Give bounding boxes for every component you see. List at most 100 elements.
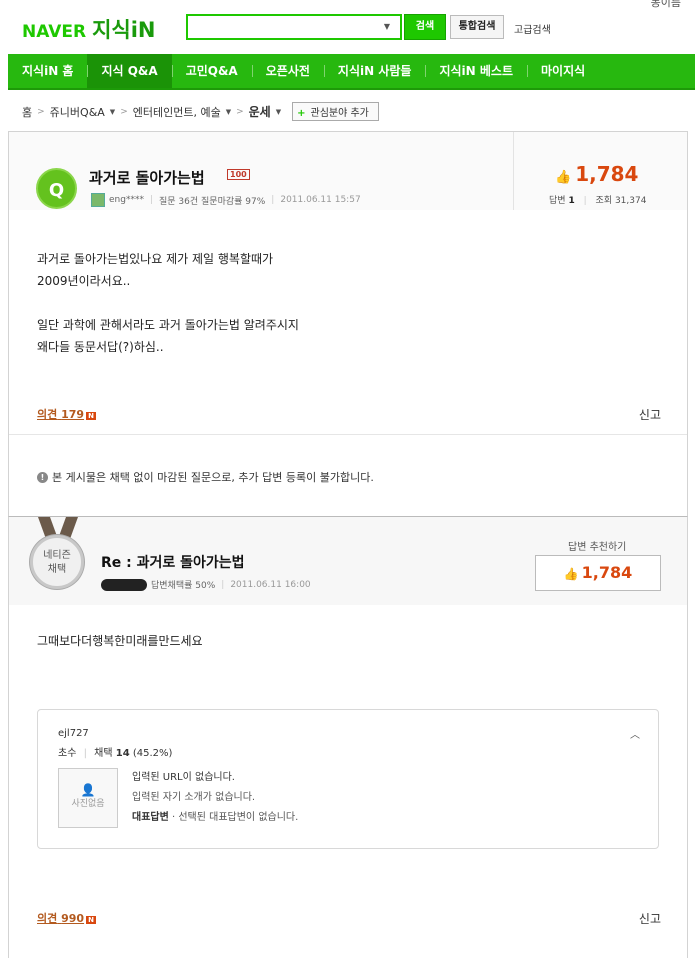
plus-icon: + [297,108,306,119]
adopt-count: 14 [115,748,130,759]
new-badge-icon: N [86,412,96,420]
redacted-author [101,578,147,591]
adopt-label: 채택 [94,748,113,759]
answer-report-link[interactable]: 신고 [639,910,661,927]
breadcrumb-level1[interactable]: 쥬니버Q&A [50,104,105,120]
answer-meta: 답변채택률 50% | 2011.06.11 16:00 [101,578,311,591]
thumbs-up-icon: 👍 [563,567,579,581]
logo[interactable]: NAVER 지식iN [22,14,156,44]
opinion-count: 179 [61,408,85,421]
search-button[interactable]: 검색 [404,14,446,40]
profile-details: 입력된 URL이 없습니다. 입력된 자기 소개가 없습니다. 대표답변 · 선… [132,768,298,828]
answerer-id[interactable]: ejl727 [58,728,89,739]
question-author[interactable]: eng**** [109,195,144,205]
photo-placeholder-text: 사진없음 [71,799,105,809]
divider: | [83,748,87,759]
search-input[interactable] [188,16,378,38]
naver-logo[interactable]: NAVER [22,22,86,42]
avatar-icon[interactable] [91,193,105,207]
breadcrumb: 홈 > 쥬니버Q&A ▼ > 엔터테인먼트, 예술 ▼ > 운세 ▼ + 관심분야… [22,102,384,121]
chevron-down-icon[interactable]: ▼ [110,108,115,116]
question-date: 2011.06.11 15:57 [280,195,361,205]
answer-header: 네티즌 채택 Re : 과거로 돌아가는법 답변채택률 50% | 2011.0… [9,517,687,605]
grade-badge: 100 [227,169,250,180]
add-interest-label: 관심분야 추가 [310,108,369,119]
question-meta: eng**** | 질문 36건 질문마감률 97% | 2011.06.11 … [91,193,361,207]
divider: | [149,195,154,205]
rep-answer-label: 대표답변 [132,812,169,823]
chevron-right-icon: > [37,106,45,117]
question-body-gap [37,292,299,314]
question-header: Q 과거로 돌아가는법 100 eng**** | 질문 36건 질문마감률 9… [9,132,687,210]
profile-rep-answer: 대표답변 · 선택된 대표답변이 없습니다. [132,808,298,828]
chevron-down-icon[interactable]: ▼ [276,108,281,116]
nav-item-qna[interactable]: 지식 Q&A [87,54,172,88]
view-label: 조회 [595,196,613,206]
closed-notice-text: 본 게시물은 채택 없이 마감된 질문으로, 추가 답변 등록이 불가합니다. [52,471,374,484]
divider: | [583,196,587,206]
medal-ribbon-icon [38,517,78,535]
answer-opinion-link[interactable]: 의견 990 N [37,910,96,926]
profile-photo-placeholder: 👤 사진없음 [58,768,118,828]
opinion-count: 990 [61,912,85,925]
question-score-value: 1,784 [575,162,639,186]
breadcrumb-level2[interactable]: 엔터테인먼트, 예술 [133,104,221,120]
nav-item-best[interactable]: 지식iN 베스트 [425,54,527,88]
rep-answer-value: · 선택된 대표답변이 없습니다. [172,812,299,823]
breadcrumb-current[interactable]: 운세 [249,103,271,120]
info-icon: ! [37,471,48,483]
medal-line2: 채택 [47,564,67,575]
nav-item-people[interactable]: 지식iN 사람들 [323,54,426,88]
adopt-rate: (45.2%) [132,748,173,759]
total-search-button[interactable]: 통합검색 [450,15,504,39]
advanced-search-link[interactable]: 고급검색 [514,21,551,36]
question-body-line: 왜다들 동문서답(?)하심.. [37,340,164,354]
nav-item-my-knowledge[interactable]: 마이지식 [527,54,599,88]
question-body-line: 일단 과학에 관해서라도 과거 돌아가는법 알려주시지 [37,318,299,332]
view-count: 31,374 [614,196,647,206]
closed-notice: ! 본 게시물은 채택 없이 마감된 질문으로, 추가 답변 등록이 불가합니다… [37,469,374,485]
divider: | [271,195,275,205]
chevron-right-icon: > [120,106,128,117]
recommend-label: 답변 추천하기 [568,542,627,553]
question-opinion-link[interactable]: 의견 179 N [37,406,96,422]
nav-item-home[interactable]: 지식iN 홈 [8,54,87,88]
nav-item-worry-qna[interactable]: 고민Q&A [171,54,252,88]
thumbs-up-icon: 👍 [555,170,572,185]
search-box: ▼ [186,14,402,40]
question-report-link[interactable]: 신고 [639,406,661,423]
new-badge-icon: N [86,916,96,924]
chevron-up-icon[interactable]: ︿ [630,726,640,741]
answer-label: 답변 [549,196,566,206]
profile-url: 입력된 URL이 없습니다. [132,772,235,783]
question-stats: 답변 1 | 조회 31,374 [549,193,646,206]
question-author-stats: 질문 36건 질문마감률 97% [159,196,266,207]
opinion-label: 의견 [37,912,58,925]
question-body: 과거로 돌아가는법있나요 제가 제일 행복할때가 2009년이라서요.. 일단 … [37,248,299,358]
add-interest-button[interactable]: + 관심분야 추가 [292,102,379,121]
chevron-down-icon[interactable]: ▼ [384,22,390,31]
chevron-down-icon[interactable]: ▼ [226,108,231,116]
service-logo[interactable]: 지식iN [92,14,155,44]
opinion-label: 의견 [37,408,58,421]
answer-select-rate: 답변채택률 50% [151,581,216,591]
answer-body: 그때보다더행복한미래를만드세요 [37,634,203,648]
person-icon: 👤 [80,783,96,797]
main-nav: 지식iN 홈 지식 Q&A 고민Q&A 오픈사전 지식iN 사람들 지식iN 베… [8,54,695,90]
header: NAVER 지식iN ▼ 검색 통합검색 고급검색 [0,0,695,54]
answer-score-value: 1,784 [581,563,633,582]
question-body-line: 2009년이라서요.. [37,274,131,288]
recommend-button[interactable]: 👍 1,784 [535,555,661,591]
answer-box: 네티즌 채택 Re : 과거로 돌아가는법 답변채택률 50% | 2011.0… [8,516,688,958]
answerer-profile-card: ejl727 초수 | 채택 14 (45.2%) ︿ 👤 사진없음 입력된 U… [37,709,659,849]
answerer-rank: 초수 | 채택 14 (45.2%) [58,744,172,759]
answer-title: Re : 과거로 돌아가는법 [101,555,245,571]
nav-item-open-dictionary[interactable]: 오픈사전 [251,54,324,88]
answer-date: 2011.06.11 16:00 [230,579,311,590]
medal-icon: 네티즌 채택 [30,535,84,589]
breadcrumb-home[interactable]: 홈 [22,104,32,120]
chevron-right-icon: > [236,106,244,117]
rank-label: 초수 [58,748,77,759]
question-title: 과거로 돌아가는법 [89,169,205,187]
question-body-line: 과거로 돌아가는법있나요 제가 제일 행복할때가 [37,252,274,266]
